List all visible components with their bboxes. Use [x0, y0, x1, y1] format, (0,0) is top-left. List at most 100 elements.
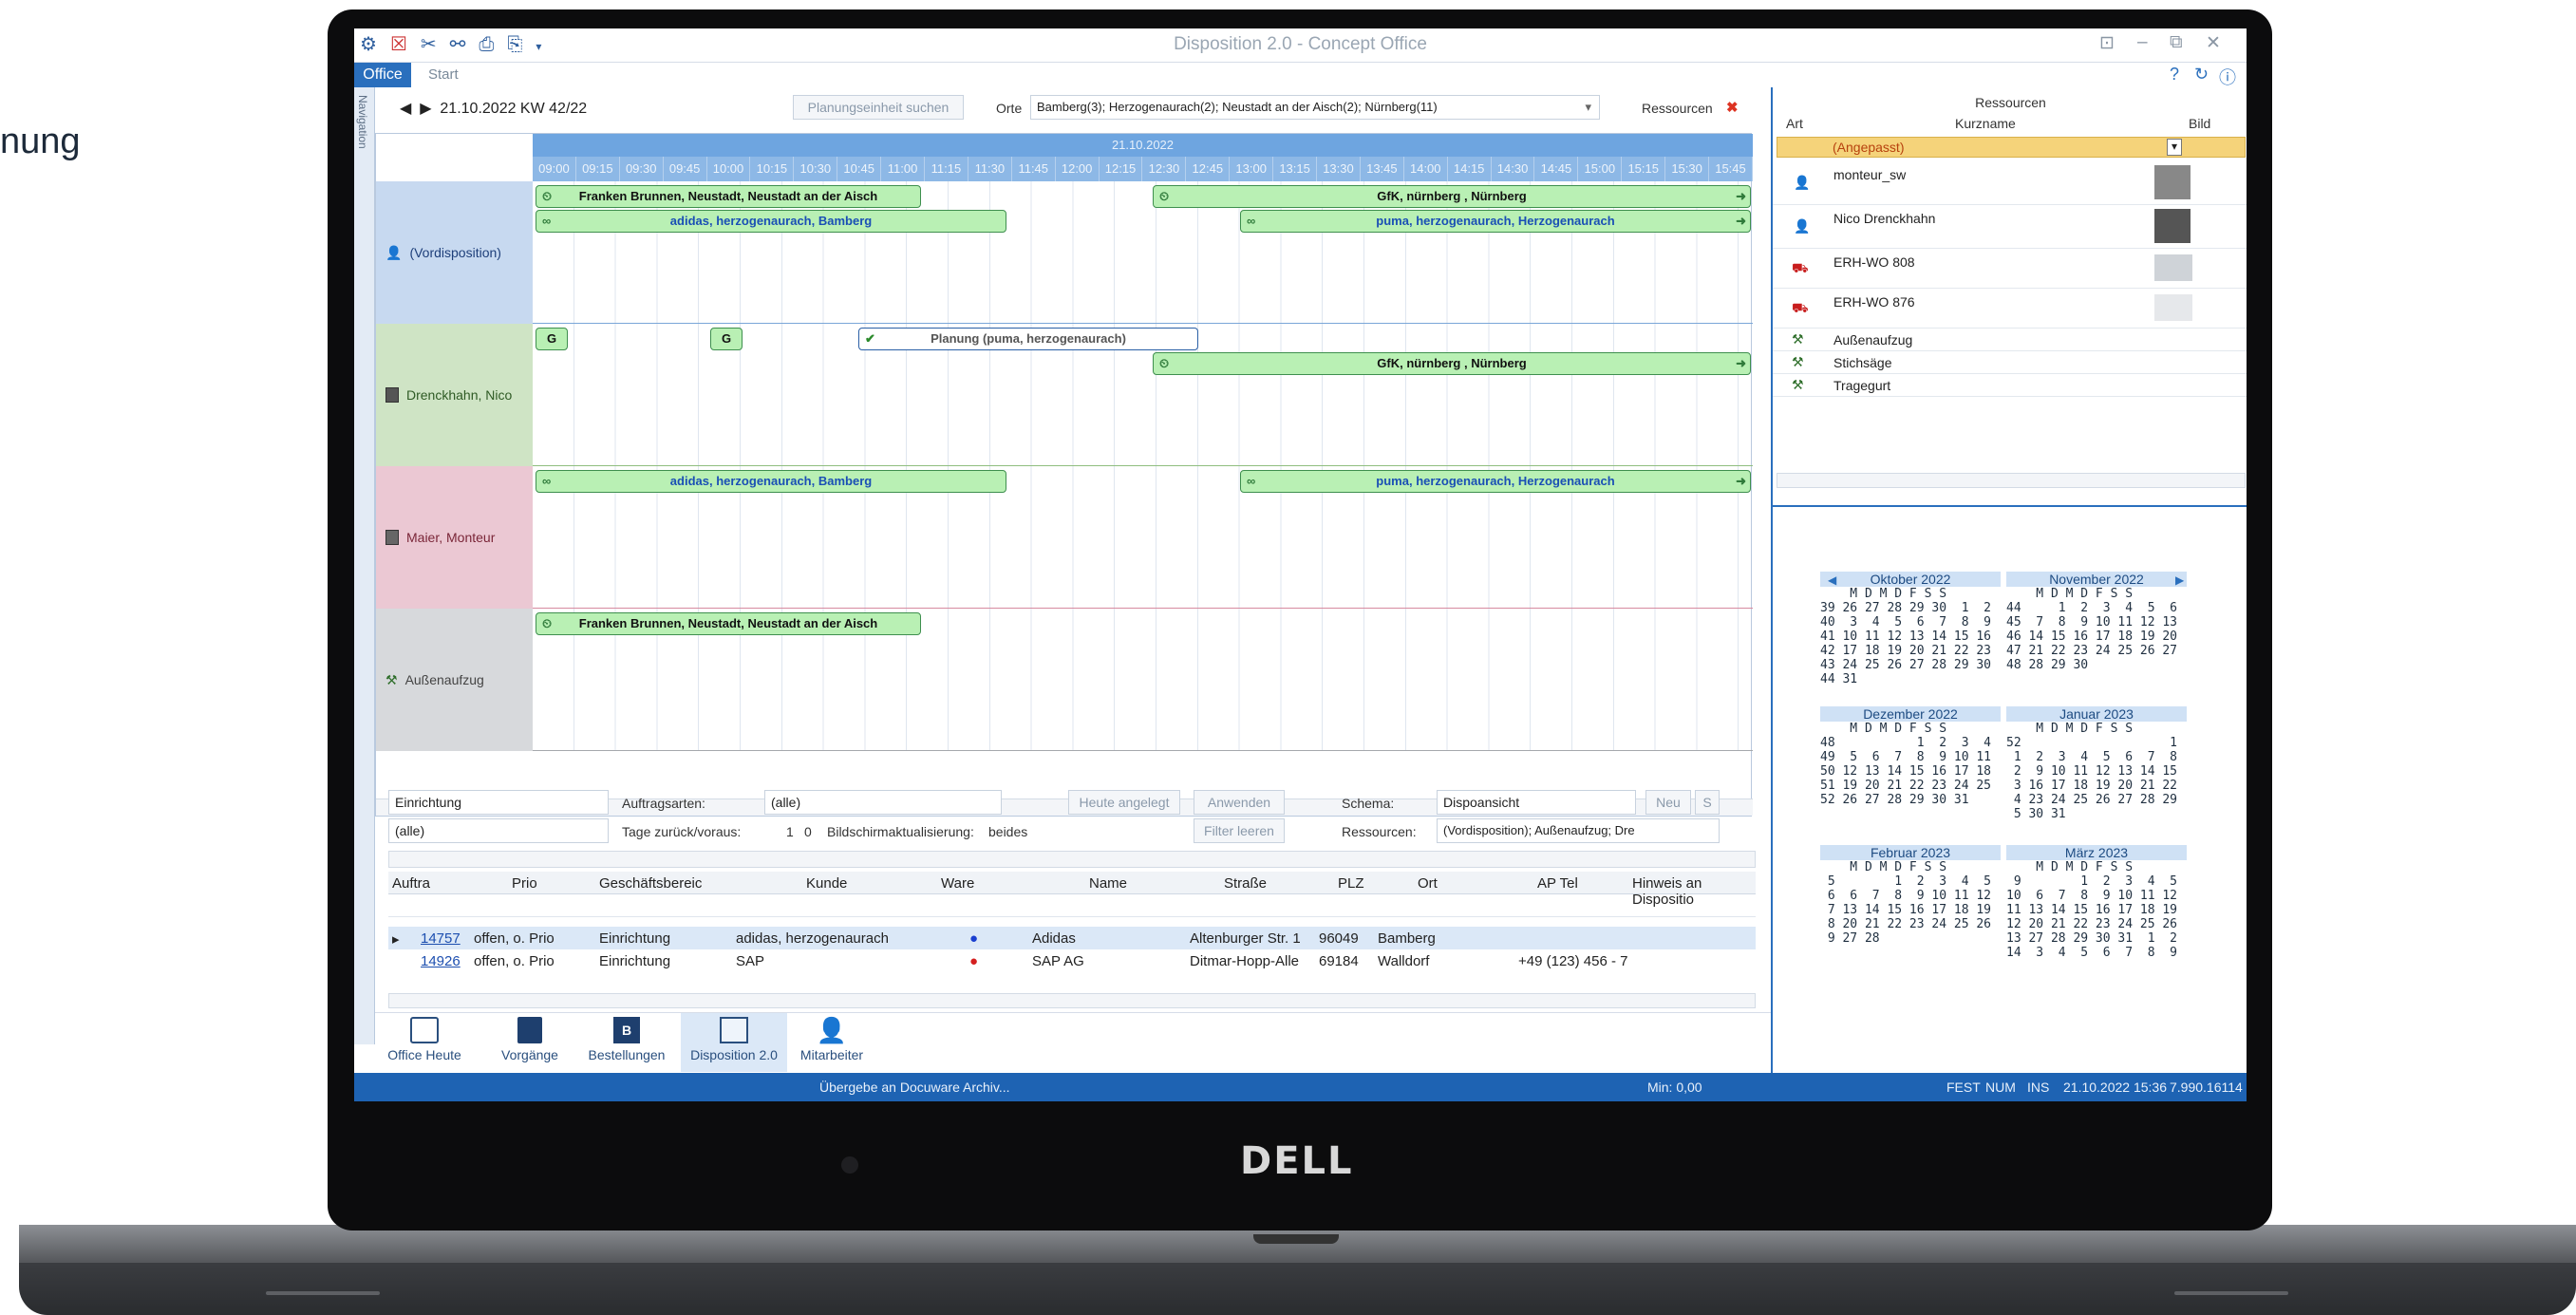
anwenden-button[interactable]: Anwenden — [1194, 790, 1285, 815]
ressourcen-clear-icon[interactable]: ✖ — [1726, 99, 1739, 116]
auftragsarten-select[interactable]: (alle) — [764, 790, 1002, 815]
appointment-label: Franken Brunnen, Neustadt, Neustadt an d… — [578, 616, 878, 630]
col-bereich[interactable]: Geschäftsbereic — [599, 875, 702, 892]
grid-filter-row[interactable] — [388, 896, 1756, 917]
row-label-vordisposition[interactable]: 👤 (Vordisposition) — [376, 181, 533, 324]
auftrag-link[interactable]: 14757 — [421, 930, 461, 947]
appointment-bar[interactable]: G — [536, 328, 568, 350]
nav-mitarbeiter[interactable]: 👤 Mitarbeiter — [789, 1017, 874, 1062]
navigation-pane[interactable]: Navigation — [354, 87, 375, 1044]
restore-icon[interactable]: ⧉ — [2170, 32, 2183, 53]
nav-bestellungen[interactable]: B Bestellungen — [574, 1017, 679, 1062]
row-label-aussenaufzug[interactable]: ⚒ Außenaufzug — [376, 609, 533, 751]
resource-filter-row[interactable]: (Angepasst) ▾ — [1777, 137, 2246, 158]
row-label-drenckhahn[interactable]: Drenckhahn, Nico — [376, 324, 533, 466]
appointment-bar[interactable]: ∞ adidas, herzogenaurach, Bamberg — [536, 470, 1006, 493]
col-name[interactable]: Name — [1089, 875, 1127, 892]
resource-scrollbar[interactable] — [1777, 473, 2246, 488]
refresh-icon[interactable]: ↻ — [2194, 65, 2209, 85]
month-grid[interactable]: M D M D F S S 9 1 2 3 4 5 10 6 7 8 9 10 … — [2006, 860, 2187, 960]
calendar-month[interactable]: Dezember 2022 M D M D F S S 48 1 2 3 4 4… — [1820, 706, 2001, 807]
calendar-month[interactable]: Februar 2023 M D M D F S S 5 1 2 3 4 5 6… — [1820, 845, 2001, 946]
appointment-bar[interactable]: ∞ puma, herzogenaurach, Herzogenaurach ➜ — [1240, 210, 1751, 233]
resource-row[interactable]: 👤 Nico Drenckhahn — [1773, 205, 2247, 249]
tab-office[interactable]: Office — [354, 63, 411, 87]
person-icon: 👤 — [816, 1016, 848, 1044]
nav-office-heute[interactable]: Office Heute — [377, 1017, 472, 1062]
col-ort[interactable]: Ort — [1418, 875, 1438, 892]
resource-row[interactable]: ⛟ ERH-WO 808 — [1773, 249, 2247, 289]
col-ware[interactable]: Ware — [941, 875, 974, 892]
info-icon[interactable]: ⓘ — [2219, 65, 2236, 89]
chevron-down-icon[interactable]: ▾ — [2167, 139, 2182, 156]
prev-day-icon[interactable]: ◀ — [400, 101, 411, 117]
appointment-bar[interactable]: ∞ puma, herzogenaurach, Herzogenaurach ➜ — [1240, 470, 1751, 493]
hour-label: 15:30 — [1665, 157, 1710, 181]
col-strasse[interactable]: Straße — [1224, 875, 1267, 892]
col-auftrag[interactable]: Auftra — [392, 875, 430, 892]
grid-horizontal-scrollbar[interactable] — [388, 851, 1756, 868]
appointment-bar[interactable]: ∞ adidas, herzogenaurach, Bamberg — [536, 210, 1006, 233]
table-row[interactable]: ▸ 14757 offen, o. Prio Einrichtung adida… — [388, 927, 1756, 949]
col-bild[interactable]: Bild — [2189, 116, 2210, 131]
resource-row[interactable]: ⚒ Stichsäge — [1773, 351, 2247, 374]
col-ap-tel[interactable]: AP Tel — [1537, 875, 1578, 892]
month-grid[interactable]: M D M D F S S 5 1 2 3 4 5 6 6 7 8 9 10 1… — [1820, 860, 2001, 946]
auftrag-link[interactable]: 14926 — [421, 953, 461, 969]
ressourcen-filter-label: Ressourcen: — [1342, 824, 1417, 839]
appointment-bar[interactable]: ⏲ Franken Brunnen, Neustadt, Neustadt an … — [536, 185, 921, 208]
col-kunde[interactable]: Kunde — [806, 875, 847, 892]
filter-leeren-button[interactable]: Filter leeren — [1194, 818, 1285, 843]
tage-forward-field[interactable]: 0 — [804, 824, 812, 839]
col-plz[interactable]: PLZ — [1338, 875, 1364, 892]
appointment-bar[interactable]: ✔ Planung (puma, herzogenaurach) — [858, 328, 1198, 350]
grid-bottom-scrollbar[interactable] — [388, 993, 1756, 1008]
col-prio[interactable]: Prio — [512, 875, 537, 892]
hour-label: 13:45 — [1361, 157, 1404, 181]
appointment-bar[interactable]: ⏲ Franken Brunnen, Neustadt, Neustadt an … — [536, 612, 921, 635]
schema-select[interactable]: Dispoansicht — [1437, 790, 1636, 815]
resource-row[interactable]: ⚒ Außenaufzug — [1773, 329, 2247, 351]
resource-row[interactable]: 👤 monteur_sw — [1773, 161, 2247, 205]
calendar-prev-icon[interactable]: ◀ — [1828, 573, 1836, 587]
minimize-icon[interactable]: – — [2137, 32, 2148, 53]
calendar-month[interactable]: Januar 2023 M D M D F S S 52 1 1 2 3 4 5… — [2006, 706, 2187, 821]
calendar-next-icon[interactable]: ▶ — [2175, 573, 2184, 587]
col-art[interactable]: Art — [1786, 116, 1803, 131]
appointment-label: adidas, herzogenaurach, Bamberg — [669, 474, 873, 488]
filter-all-select[interactable]: (alle) — [388, 818, 609, 843]
ribbon-toggle-icon[interactable]: ⊡ — [2099, 32, 2115, 54]
tab-start[interactable]: Start — [428, 63, 459, 87]
month-grid[interactable]: M D M D F S S 44 1 2 3 4 5 6 45 7 8 9 10… — [2006, 587, 2187, 672]
calendar-month[interactable]: März 2023 M D M D F S S 9 1 2 3 4 5 10 6… — [2006, 845, 2187, 960]
ressourcen-label: Ressourcen — [1642, 101, 1713, 116]
nav-vorgaenge[interactable]: Vorgänge — [487, 1017, 573, 1062]
neu-button[interactable]: Neu — [1645, 790, 1691, 815]
ressourcen-filter-select[interactable]: (Vordisposition); Außenaufzug; Dre — [1437, 818, 1720, 843]
close-icon[interactable]: ✕ — [2206, 32, 2221, 54]
resource-row[interactable]: ⚒ Tragegurt — [1773, 374, 2247, 397]
row-label-maier[interactable]: Maier, Monteur — [376, 466, 533, 609]
nav-disposition[interactable]: Disposition 2.0 — [681, 1013, 787, 1072]
appointment-bar[interactable]: G — [710, 328, 743, 350]
heute-angelegt-button[interactable]: Heute angelegt — [1068, 790, 1180, 815]
appointment-bar[interactable]: ⏲ GfK, nürnberg , Nürnberg ➜ — [1153, 352, 1751, 375]
col-kurzname[interactable]: Kurzname — [1955, 116, 2016, 131]
month-grid[interactable]: M D M D F S S 52 1 1 2 3 4 5 6 7 8 2 9 1… — [2006, 722, 2187, 821]
month-grid[interactable]: M D M D F S S 39 26 27 28 29 30 1 2 40 3… — [1820, 587, 2001, 686]
help-icon[interactable]: ? — [2170, 65, 2179, 85]
tage-back-field[interactable]: 1 — [786, 824, 794, 839]
appointment-bar[interactable]: ⏲ GfK, nürnberg , Nürnberg ➜ — [1153, 185, 1751, 208]
bildschirm-value[interactable]: beides — [988, 824, 1027, 839]
s-button[interactable]: S — [1695, 790, 1720, 815]
table-row[interactable]: 14926 offen, o. Prio Einrichtung SAP ● S… — [388, 949, 1756, 972]
next-day-icon[interactable]: ▶ — [420, 101, 431, 117]
resource-row[interactable]: ⛟ ERH-WO 876 — [1773, 289, 2247, 329]
hour-label: 12:00 — [1056, 157, 1100, 181]
einrichtung-select[interactable]: Einrichtung — [388, 790, 609, 815]
calendar-month[interactable]: Oktober 2022 M D M D F S S 39 26 27 28 2… — [1820, 572, 2001, 686]
planungseinheit-suchen-button[interactable]: Planungseinheit suchen — [793, 95, 964, 120]
orte-select[interactable]: Bamberg(3); Herzogenaurach(2); Neustadt … — [1030, 95, 1600, 120]
calendar-month[interactable]: November 2022 M D M D F S S 44 1 2 3 4 5… — [2006, 572, 2187, 672]
month-grid[interactable]: M D M D F S S 48 1 2 3 4 49 5 6 7 8 9 10… — [1820, 722, 2001, 807]
